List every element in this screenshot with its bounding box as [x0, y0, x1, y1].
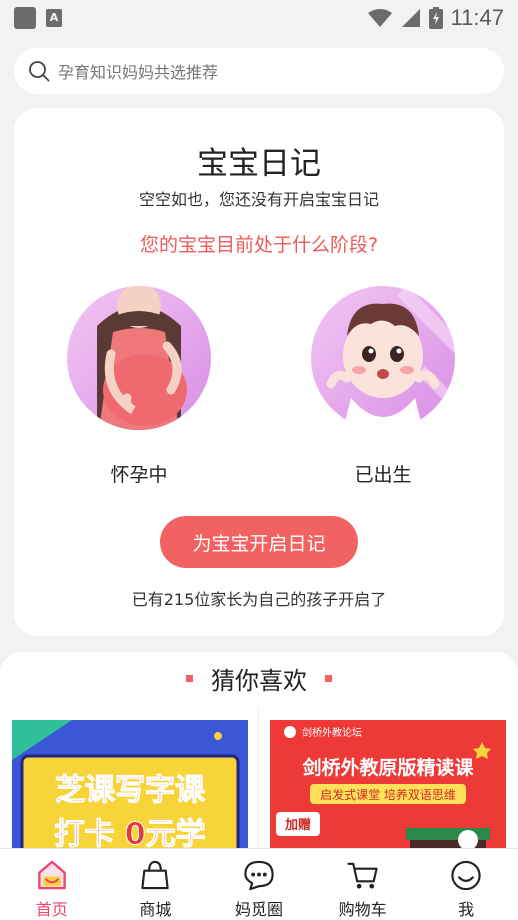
stage-born-option[interactable]: 已出生 [308, 286, 458, 487]
stage-pregnant-label: 怀孕中 [110, 464, 168, 486]
search-bar[interactable]: 孕育知识妈妈共选推荐 [14, 48, 504, 94]
nav-mall-label: 商城 [139, 900, 172, 919]
bottom-nav: 首页 商城 妈觅圈 购物车 我 [0, 848, 518, 920]
nav-cart[interactable]: 购物车 [311, 849, 415, 920]
product-2-badge: 加赠 [284, 817, 311, 833]
battery-icon [428, 7, 443, 29]
wifi-icon [367, 9, 392, 27]
chat-icon [244, 860, 274, 891]
notification-square-icon [14, 7, 36, 29]
pregnant-illustration [67, 286, 211, 430]
diary-subtitle: 空空如也，您还没有开启宝宝日记 [138, 190, 379, 209]
product-1-line1: 芝课写字课 [55, 773, 206, 808]
cart-icon [346, 862, 378, 889]
smile-icon [451, 860, 481, 891]
signal-icon [401, 9, 420, 27]
stage-born-label: 已出生 [354, 464, 412, 486]
title-dot-right [325, 674, 332, 682]
nav-community-label: 妈觅圈 [234, 900, 283, 919]
nav-home-label: 首页 [35, 900, 68, 919]
bag-icon [141, 860, 170, 890]
start-diary-button[interactable]: 为宝宝开启日记 [160, 516, 358, 568]
parents-count-text: 已有215位家长为自己的孩子开启了 [131, 590, 387, 609]
nav-mall[interactable]: 商城 [104, 849, 208, 920]
stage-question: 您的宝宝目前处于什么阶段? [139, 234, 379, 256]
nav-cart-label: 购物车 [338, 900, 387, 919]
diary-title: 宝宝日记 [197, 146, 321, 182]
nav-me-label: 我 [458, 900, 475, 919]
home-icon [38, 860, 66, 890]
recommend-header: 猜你喜欢 [0, 660, 518, 696]
product-2-tagline: 启发式课堂 培养双语思维 [320, 787, 456, 802]
search-placeholder: 孕育知识妈妈共选推荐 [58, 63, 219, 82]
font-a-icon: A [46, 9, 62, 27]
nav-community[interactable]: 妈觅圈 [207, 849, 311, 920]
search-icon [29, 61, 50, 82]
baby-diary-card: 宝宝日记 空空如也，您还没有开启宝宝日记 您的宝宝目前处于什么阶段? 怀孕中 已… [14, 108, 504, 636]
recommend-title: 猜你喜欢 [211, 666, 307, 695]
nav-home[interactable]: 首页 [0, 849, 104, 920]
product-2-brand: 剑桥外教论坛 [302, 726, 362, 739]
title-dot-left [186, 674, 193, 682]
nav-me[interactable]: 我 [414, 849, 518, 920]
baby-illustration [311, 286, 455, 430]
product-2-headline: 剑桥外教原版精读课 [301, 756, 474, 779]
clock: 11:47 [450, 5, 504, 30]
stage-pregnant-option[interactable]: 怀孕中 [64, 286, 214, 487]
product-1-line2: 打卡 0元学 [54, 817, 205, 852]
status-bar: A 11:47 [0, 0, 518, 36]
